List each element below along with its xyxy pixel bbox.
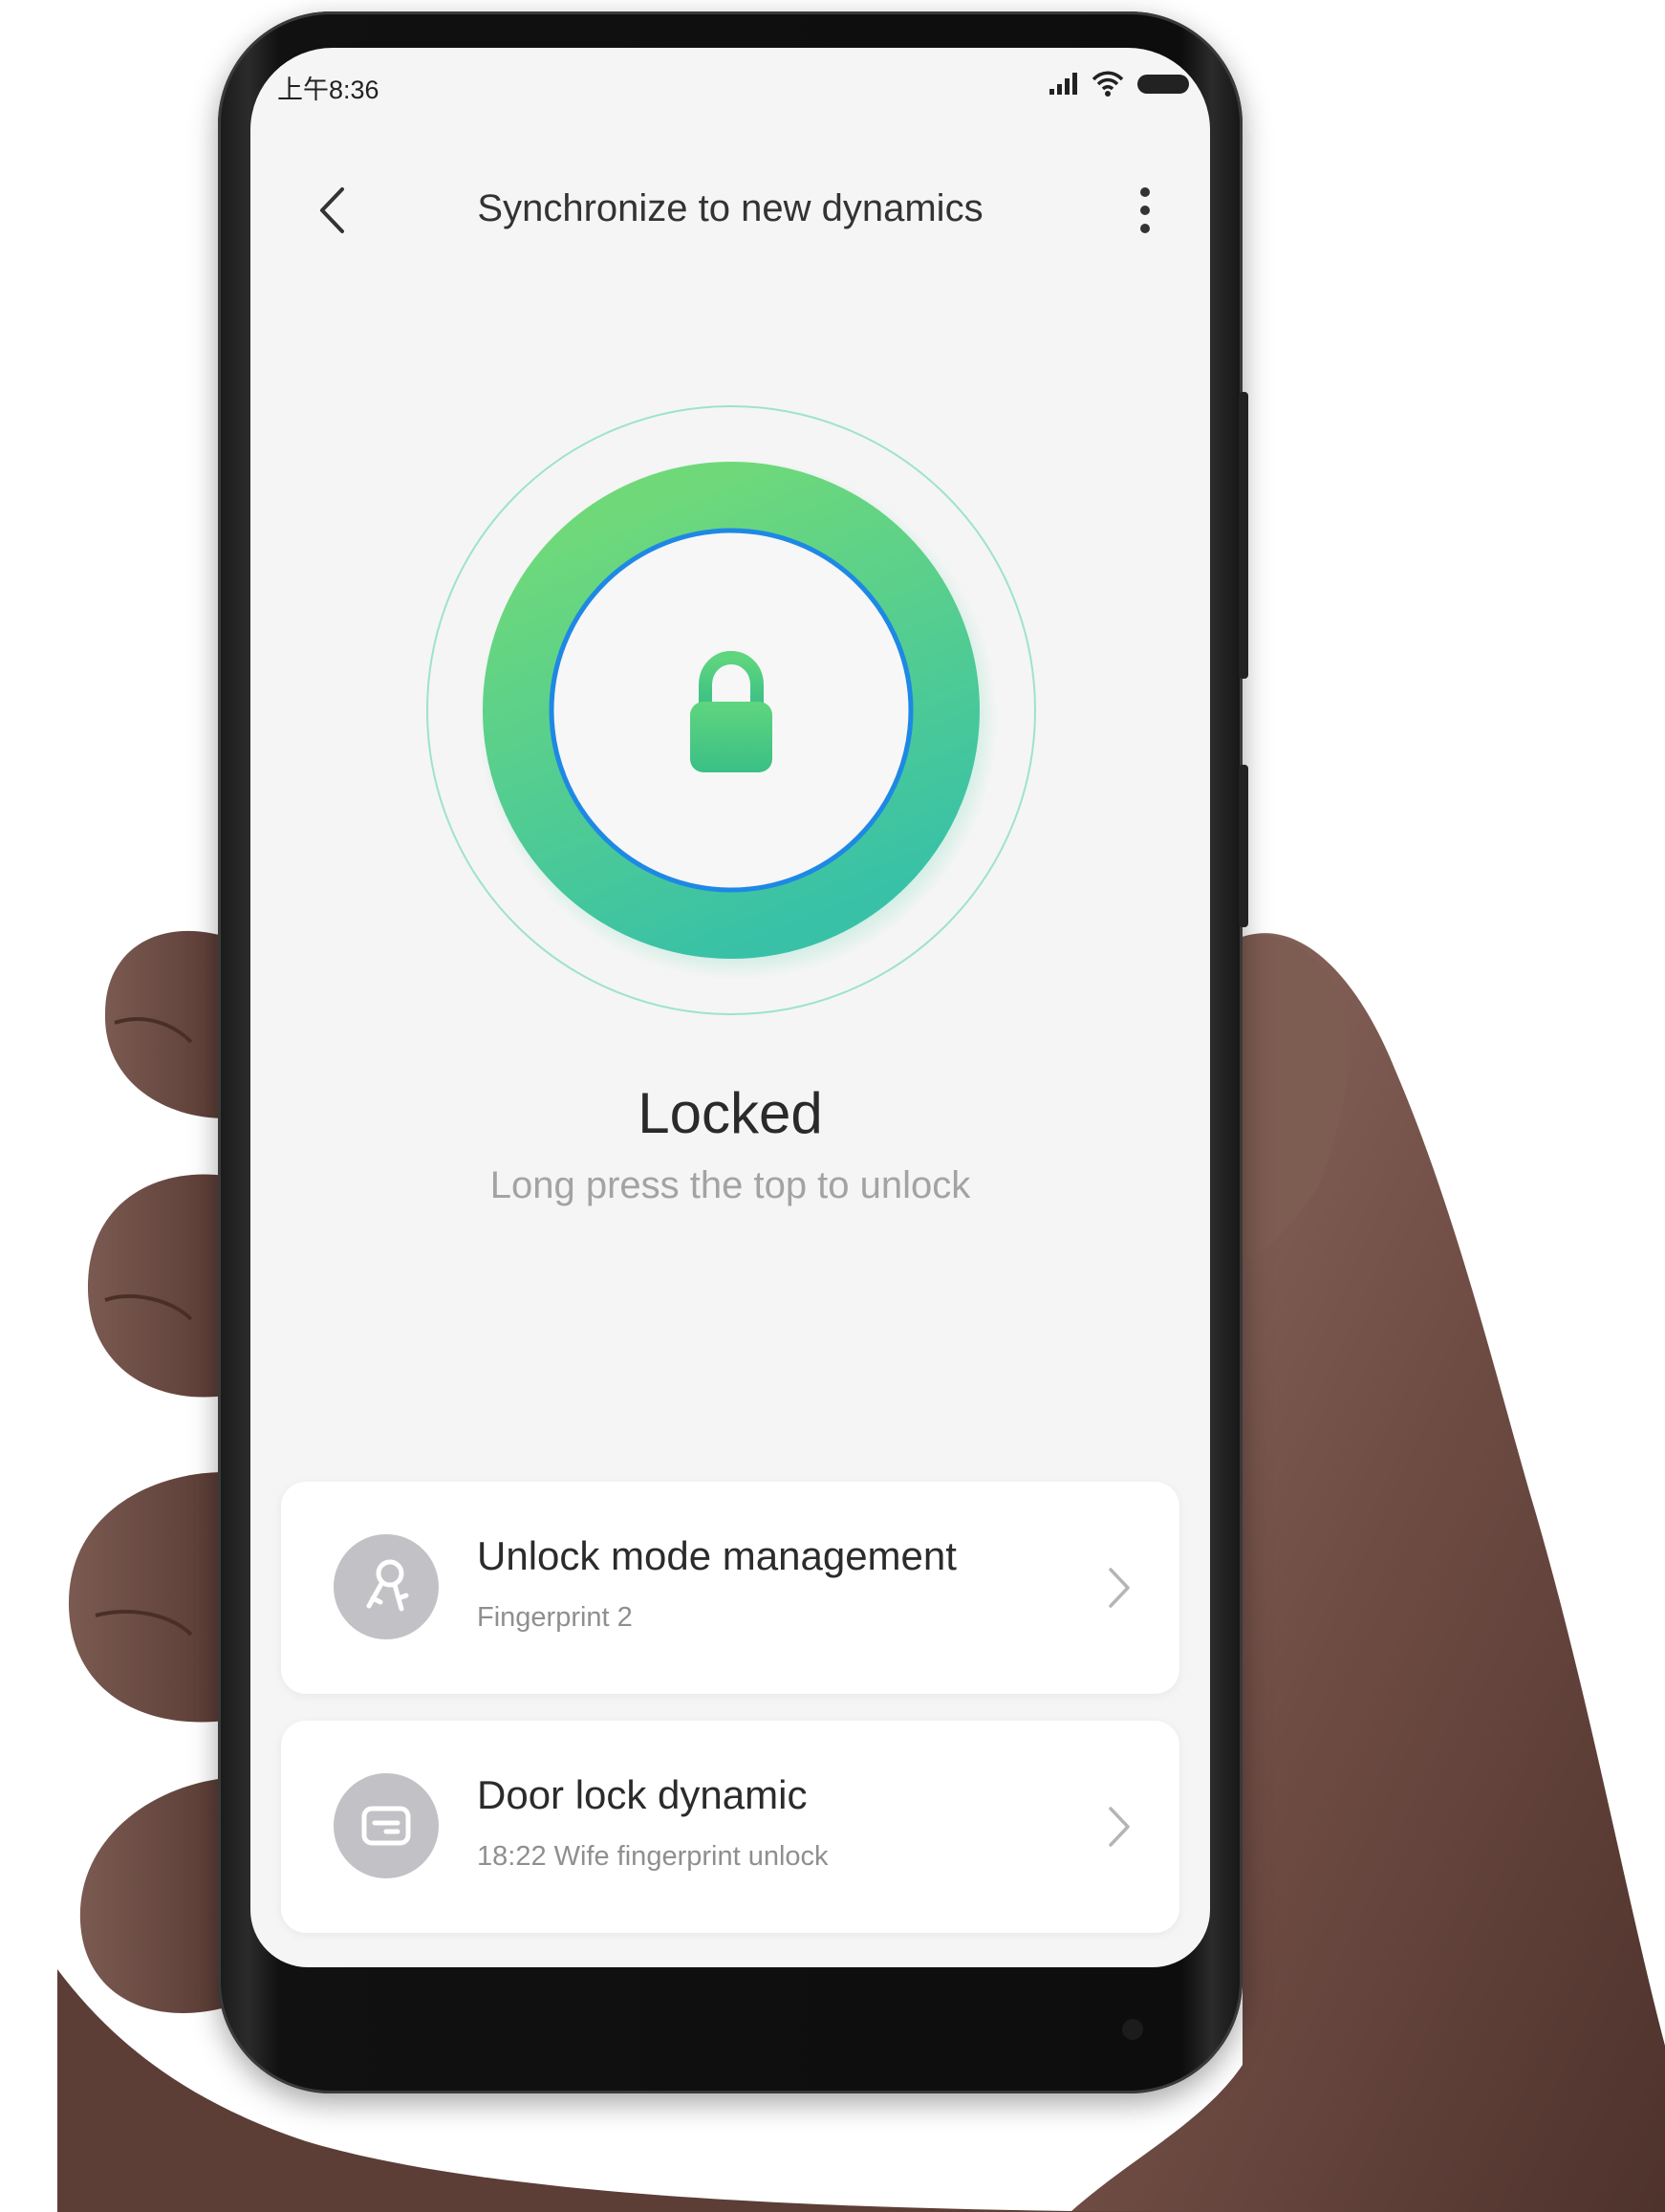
card-title: Unlock mode management (477, 1533, 957, 1578)
unlock-hint-text: Long press the top to unlock (489, 1164, 971, 1206)
back-button[interactable] (308, 184, 356, 237)
app-screen: 上午8:36 Synchronize to new dynamics Locke… (250, 48, 1210, 1967)
app-header: Synchronize to new dynamics (250, 172, 1210, 249)
log-icon (361, 1806, 411, 1846)
signal-icon (1049, 73, 1077, 95)
more-vertical-icon (1140, 187, 1150, 233)
page-title: Synchronize to new dynamics (477, 187, 984, 229)
phone-side-button (1239, 765, 1248, 927)
unlock-mode-card[interactable]: Unlock mode management Fingerprint 2 (281, 1482, 1179, 1694)
chevron-right-icon (1109, 1807, 1130, 1847)
card-icon-circle (334, 1773, 439, 1878)
door-lock-dynamic-card[interactable]: Door lock dynamic 18:22 Wife fingerprint… (281, 1721, 1179, 1933)
battery-icon (1137, 75, 1189, 94)
key-icon (366, 1559, 409, 1612)
lock-status-text: Locked (638, 1081, 823, 1145)
card-icon-circle (334, 1534, 439, 1639)
lock-dial-button[interactable] (422, 401, 1040, 1019)
more-options-button[interactable] (1126, 182, 1164, 239)
phone-side-button (1239, 392, 1248, 679)
chevron-right-icon (1109, 1568, 1130, 1608)
status-time: 上午8:36 (277, 76, 379, 104)
status-icons (1048, 71, 1191, 98)
card-subtitle: Fingerprint 2 (477, 1602, 633, 1633)
card-title: Door lock dynamic (477, 1772, 808, 1817)
product-photo: 上午8:36 Synchronize to new dynamics Locke… (0, 0, 1665, 2212)
chevron-left-icon (320, 187, 344, 233)
card-subtitle: 18:22 Wife fingerprint unlock (477, 1841, 829, 1872)
phone-front-sensor (1122, 2019, 1143, 2040)
status-bar: 上午8:36 (250, 48, 1210, 115)
wifi-icon (1092, 71, 1124, 97)
